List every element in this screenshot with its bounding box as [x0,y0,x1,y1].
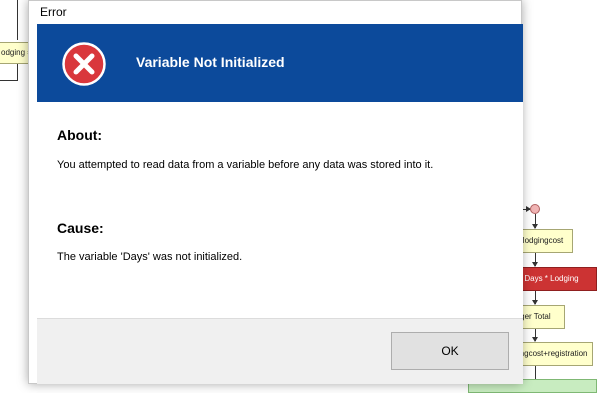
flow-connector [0,80,18,81]
flow-junction [530,204,540,214]
cause-text: The variable 'Days' was not initialized. [57,251,243,263]
about-heading: About: [57,127,103,143]
dialog-title: Error [40,5,67,19]
about-text: You attempted to read data from a variab… [57,159,434,171]
error-title: Variable Not Initialized [136,54,285,70]
dialog-footer: OK [37,318,523,384]
error-x-icon [62,42,106,86]
flow-connector [17,64,18,80]
cause-heading: Cause: [57,220,104,236]
dialog-content: About: You attempted to read data from a… [37,102,523,318]
ok-button[interactable]: OK [391,332,509,370]
error-dialog: Error Variable Not Initialized About: Yo… [28,0,523,384]
dialog-titlebar[interactable]: Error [29,1,521,24]
dialog-header: Variable Not Initialized [37,24,523,102]
flow-connector [17,0,18,40]
